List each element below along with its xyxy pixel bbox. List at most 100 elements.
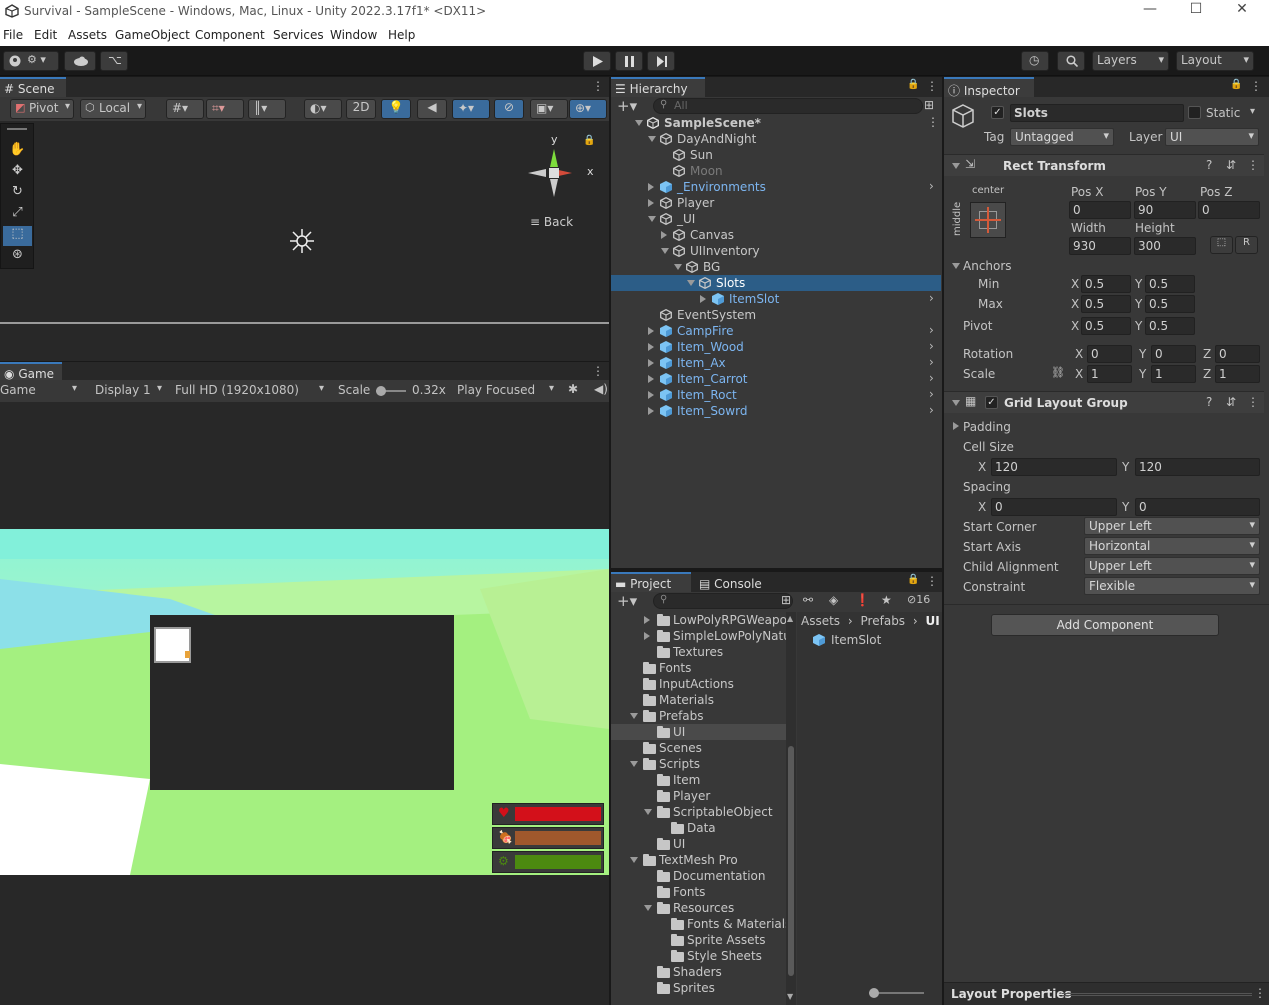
chevron-right-icon[interactable]: ›: [929, 387, 934, 401]
anchors-expand-icon[interactable]: [952, 263, 960, 269]
grid-layout-enabled-checkbox[interactable]: ✓: [985, 396, 998, 409]
child-alignment-dropdown[interactable]: Upper Left: [1084, 557, 1260, 575]
anchor-min-y-field[interactable]: 0.5: [1145, 275, 1195, 293]
spacing-y-field[interactable]: 0: [1135, 498, 1260, 516]
rect-tool[interactable]: ⬚: [3, 226, 32, 246]
grid-toggle[interactable]: #▾: [166, 99, 204, 119]
expand-down-icon[interactable]: [630, 857, 638, 863]
rect-transform-header[interactable]: ⇲ Rect Transform ? ⇵ ⋮: [944, 154, 1264, 176]
expand-right-icon[interactable]: [648, 391, 654, 399]
expand-down-icon[interactable]: [644, 905, 652, 911]
object-name-field[interactable]: Slots: [1010, 104, 1184, 122]
rotate-tool[interactable]: ↻: [3, 184, 32, 204]
project-folder-item[interactable]: UI: [611, 724, 786, 740]
expand-right-icon[interactable]: [661, 231, 667, 239]
play-button[interactable]: [583, 51, 611, 71]
breadcrumb-assets[interactable]: Assets: [801, 614, 840, 628]
expand-right-icon[interactable]: [648, 359, 654, 367]
hierarchy-item[interactable]: ItemSlot ›: [611, 291, 941, 307]
label-icon[interactable]: ◈: [829, 593, 838, 607]
display-dropdown[interactable]: Display 1 ▾: [95, 383, 167, 397]
expand-down-icon[interactable]: [674, 264, 682, 270]
project-folder-item[interactable]: Textures: [611, 644, 786, 660]
menu-window[interactable]: Window: [330, 28, 377, 42]
project-folder-item[interactable]: Fonts & Materials: [611, 916, 786, 932]
audio-mute-icon[interactable]: ◀): [594, 382, 608, 396]
chevron-down-icon[interactable]: ▾: [1250, 106, 1255, 117]
tab-console[interactable]: ▤ Console: [695, 572, 775, 592]
play-focused-dropdown[interactable]: Play Focused ▾: [457, 383, 561, 397]
scale-z-field[interactable]: 1: [1215, 365, 1260, 383]
chevron-right-icon[interactable]: ›: [929, 179, 934, 193]
gizmos-toggle[interactable]: ⊕▾: [569, 99, 607, 119]
scale-slider-thumb[interactable]: [376, 386, 386, 396]
chevron-right-icon[interactable]: ›: [929, 371, 934, 385]
menu-assets[interactable]: Assets: [68, 28, 107, 42]
scroll-thumb[interactable]: [788, 746, 794, 976]
pivot-dropdown[interactable]: ◩ Pivot ▾: [10, 99, 74, 119]
expand-right-icon[interactable]: [644, 632, 650, 640]
start-axis-dropdown[interactable]: Horizontal: [1084, 537, 1260, 555]
project-folder-item[interactable]: Resources: [611, 900, 786, 916]
hierarchy-item[interactable]: SampleScene* ⋮: [611, 115, 941, 131]
expand-right-icon[interactable]: [648, 199, 654, 207]
expand-down-icon[interactable]: [644, 809, 652, 815]
posz-field[interactable]: 0: [1198, 201, 1260, 219]
project-more-icon[interactable]: ⋮: [926, 574, 938, 588]
project-folder-item[interactable]: LowPolyRPGWeapons: [611, 612, 786, 628]
anchor-min-x-field[interactable]: 0.5: [1081, 275, 1131, 293]
menu-services[interactable]: Services: [273, 28, 324, 42]
layout-dropdown[interactable]: Layout ▾: [1176, 51, 1254, 71]
project-folder-item[interactable]: InputActions: [611, 676, 786, 692]
lighting-toggle[interactable]: 💡: [381, 99, 411, 119]
hierarchy-item[interactable]: BG: [611, 259, 941, 275]
layout-properties-bar[interactable]: Layout Properties ⋮: [944, 982, 1269, 1005]
tab-inspector[interactable]: ⓘ Inspector: [944, 77, 1034, 98]
raw-edit-button[interactable]: R: [1235, 236, 1258, 254]
padding-expand-icon[interactable]: [953, 422, 959, 430]
snap-toggle[interactable]: ⌗▾: [206, 99, 244, 119]
shading-mode[interactable]: ◐▾: [304, 99, 342, 119]
pivot-x-field[interactable]: 0.5: [1081, 317, 1131, 335]
expand-right-icon[interactable]: [648, 183, 654, 191]
hierarchy-item[interactable]: Slots: [611, 275, 941, 291]
hierarchy-item[interactable]: _UI: [611, 211, 941, 227]
grid-layout-header[interactable]: ▦ ✓ Grid Layout Group ? ⇵ ⋮: [944, 391, 1264, 413]
cloud-button[interactable]: [64, 51, 96, 71]
filter-type-icon[interactable]: ⚯: [803, 593, 813, 607]
preset-icon[interactable]: ⇵: [1226, 158, 1236, 172]
expand-down-icon[interactable]: [630, 713, 638, 719]
hierarchy-item[interactable]: Item_Sowrd ›: [611, 403, 941, 419]
inspector-more-icon[interactable]: ⋮: [1250, 79, 1262, 93]
add-component-button[interactable]: Add Component: [991, 614, 1219, 636]
component-more-icon[interactable]: ⋮: [1247, 395, 1259, 409]
project-folder-item[interactable]: UI: [611, 836, 786, 852]
scene-more-icon[interactable]: ⋮: [592, 79, 604, 93]
search-button[interactable]: [1057, 51, 1085, 71]
undo-history-button[interactable]: ◷: [1021, 51, 1049, 71]
hierarchy-item[interactable]: Sun: [611, 147, 941, 163]
scale-slider[interactable]: [376, 386, 406, 396]
project-folder-item[interactable]: Shaders: [611, 964, 786, 980]
resolution-dropdown[interactable]: Full HD (1920x1080) ▾: [175, 383, 329, 397]
hierarchy-item[interactable]: EventSystem: [611, 307, 941, 323]
icon-size-slider[interactable]: [869, 988, 924, 998]
search-scene-icon[interactable]: ⊞: [924, 98, 934, 112]
anchor-preset-button[interactable]: [970, 202, 1006, 238]
chevron-right-icon[interactable]: ›: [929, 339, 934, 353]
menu-edit[interactable]: Edit: [34, 28, 57, 42]
tag-dropdown[interactable]: Untagged: [1010, 128, 1114, 146]
close-button[interactable]: ✕: [1219, 1, 1265, 21]
game-more-icon[interactable]: ⋮: [592, 364, 604, 378]
account-button[interactable]: ⚙ ▾: [3, 51, 59, 71]
layers-dropdown[interactable]: Layers ▾: [1092, 51, 1169, 71]
hierarchy-item[interactable]: Player: [611, 195, 941, 211]
link-icon[interactable]: ⛓: [1051, 366, 1065, 379]
tab-scene[interactable]: # Scene: [0, 77, 66, 97]
expand-down-icon[interactable]: [648, 216, 656, 222]
scale-y-field[interactable]: 1: [1151, 365, 1196, 383]
expand-right-icon[interactable]: [648, 407, 654, 415]
scroll-up-icon[interactable]: ▲: [787, 614, 793, 623]
hierarchy-item[interactable]: Item_Ax ›: [611, 355, 941, 371]
maximize-button[interactable]: ☐: [1173, 1, 1219, 21]
